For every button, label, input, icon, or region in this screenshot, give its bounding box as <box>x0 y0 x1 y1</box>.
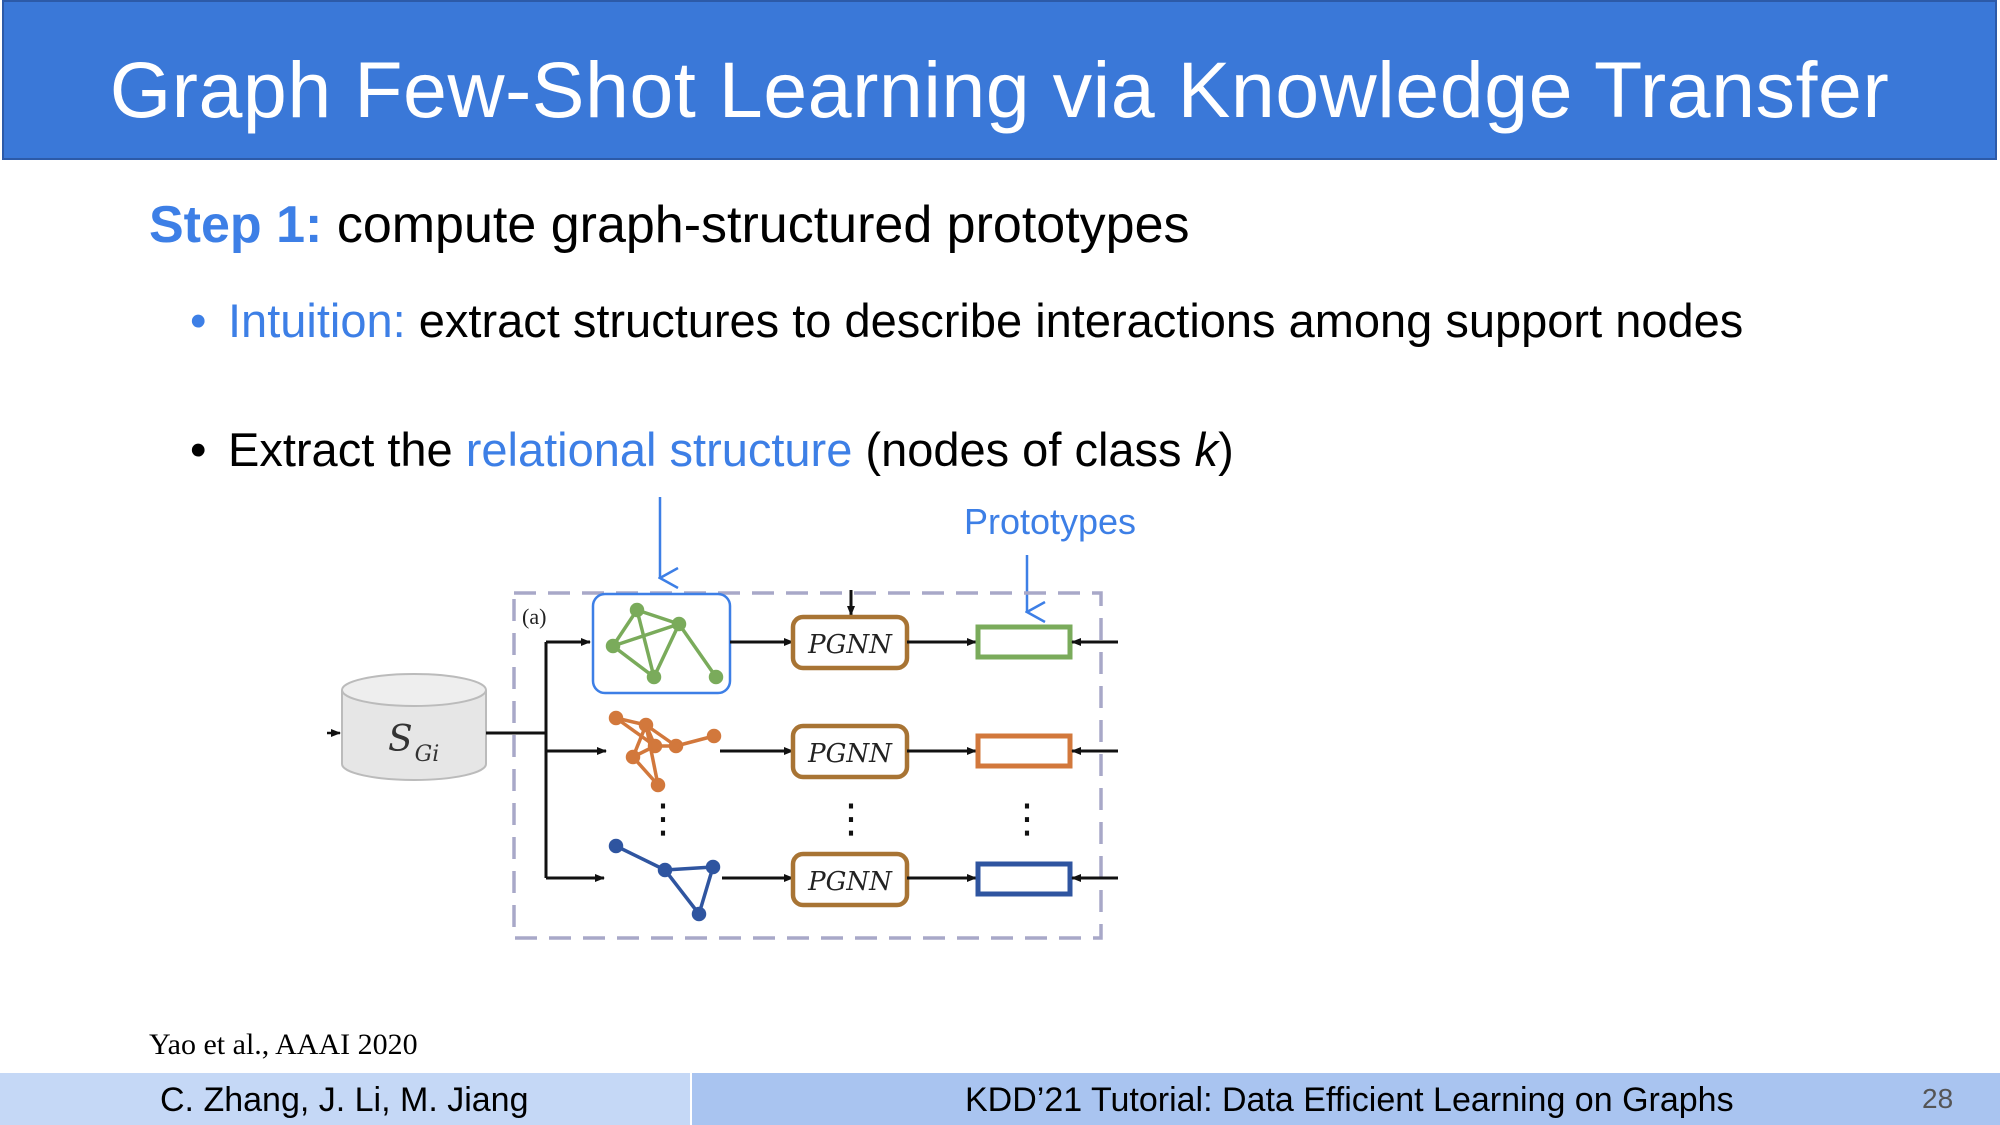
page-number: 28 <box>1922 1083 1954 1114</box>
navy-relational-graph <box>608 838 721 922</box>
database-cylinder: SGi <box>341 673 487 781</box>
prototypes-label: Prototypes <box>964 501 1136 542</box>
pgnn-label-3: PGNN <box>807 867 893 897</box>
pgnn-label-1: PGNN <box>807 630 893 660</box>
pgnn-module-1: PGNN <box>790 614 910 671</box>
prototype-diagram: Prototypes (a) SGi ⋮ ⋮ ⋮ PGNN PGNN PGNN <box>327 497 1136 940</box>
orange-relational-graph <box>608 710 722 793</box>
citation: Yao et al., AAAI 2020 <box>149 1028 418 1061</box>
prototype-bar-navy <box>975 861 1073 897</box>
footer-authors-bar: C. Zhang, J. Li, M. Jiang <box>0 1073 690 1125</box>
panel-label: (a) <box>522 604 546 629</box>
prototype-bar-orange <box>975 733 1073 769</box>
graph-ellipsis: ⋮ <box>643 796 683 842</box>
pgnn-module-2: PGNN <box>790 723 910 780</box>
pgnn-label-2: PGNN <box>807 739 893 769</box>
pgnn-ellipsis: ⋮ <box>831 796 871 842</box>
green-relational-graph <box>605 602 724 685</box>
footer-authors: C. Zhang, J. Li, M. Jiang <box>160 1081 529 1119</box>
pgnn-module-3: PGNN <box>790 851 910 908</box>
prototype-bar-green <box>975 624 1073 660</box>
footer-event: KDD’21 Tutorial: Data Efficient Learning… <box>965 1081 1734 1119</box>
prototype-ellipsis: ⋮ <box>1007 796 1047 842</box>
